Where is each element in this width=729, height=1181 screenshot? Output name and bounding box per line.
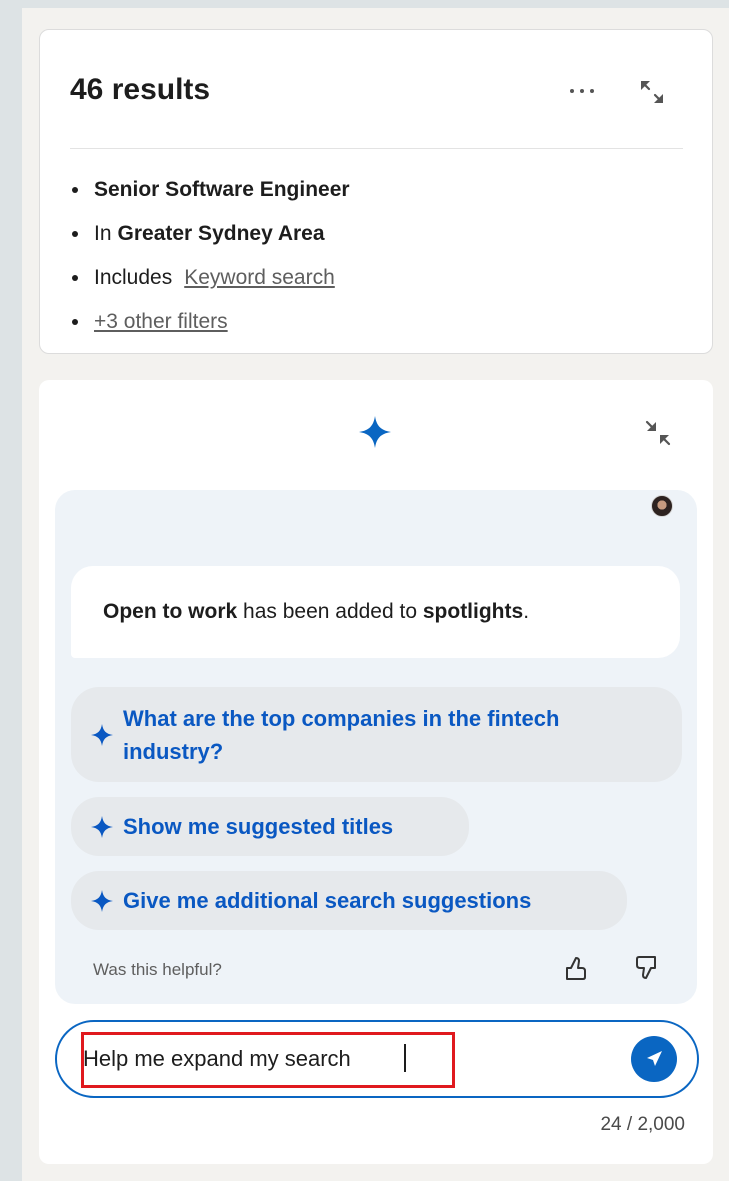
- other-filters-link[interactable]: +3 other filters: [94, 307, 228, 337]
- filter-item-other: +3 other filters: [72, 300, 350, 344]
- filter-item-includes: Includes Keyword search: [72, 256, 350, 300]
- thumbs-down-button[interactable]: [633, 955, 659, 981]
- send-button[interactable]: [631, 1036, 677, 1082]
- divider: [70, 148, 683, 149]
- assistant-message: Open to work has been added to spotlight…: [71, 566, 680, 658]
- collapse-button[interactable]: [641, 416, 675, 450]
- conversation-area: Open to work has been added to spotlight…: [55, 490, 697, 1004]
- expand-icon: [641, 81, 663, 103]
- results-card: 46 results Senior Software Engineer In Gr…: [39, 29, 713, 354]
- filter-location-prefix: In: [94, 222, 112, 245]
- filter-location-text: Greater Sydney Area: [117, 222, 325, 245]
- keyword-search-link[interactable]: Keyword search: [184, 263, 335, 293]
- thumbs-up-button[interactable]: [563, 955, 589, 981]
- results-count-title: 46 results: [70, 73, 211, 106]
- chat-input[interactable]: [83, 1032, 583, 1086]
- thumbs-down-icon: [636, 956, 656, 979]
- feedback-label: Was this helpful?: [93, 960, 222, 979]
- expand-button[interactable]: [635, 75, 669, 109]
- suggestion-suggested-titles[interactable]: Show me suggested titles: [71, 797, 469, 856]
- suggestion-label: Give me additional search suggestions: [123, 888, 532, 913]
- filter-title-text: Senior Software Engineer: [94, 178, 350, 201]
- filter-item-location: In Greater Sydney Area: [72, 212, 350, 256]
- filter-includes-prefix: Includes: [94, 266, 173, 289]
- sparkle-icon: [91, 889, 113, 912]
- suggestion-additional-search[interactable]: Give me additional search suggestions: [71, 871, 627, 930]
- more-options-button[interactable]: [559, 78, 605, 104]
- suggestion-top-companies-fintech[interactable]: What are the top companies in the fintec…: [71, 687, 682, 782]
- suggestion-label: Show me suggested titles: [123, 814, 394, 839]
- text-caret: [404, 1044, 406, 1072]
- collapse-icon: [645, 420, 671, 446]
- avatar: [651, 495, 673, 517]
- more-horizontal-icon: [570, 89, 574, 93]
- ai-assistant-card: Open to work has been added to spotlight…: [39, 380, 713, 1164]
- chat-input-container: [55, 1020, 699, 1098]
- character-count: 24 / 2,000: [600, 1114, 685, 1135]
- sparkle-icon: [91, 815, 113, 838]
- sparkle-icon: [91, 723, 113, 746]
- thumbs-up-icon: [566, 957, 586, 980]
- suggestion-label: What are the top companies in the fintec…: [123, 705, 560, 764]
- applied-filters-list: Senior Software Engineer In Greater Sydne…: [72, 168, 350, 344]
- sparkle-icon: [359, 416, 391, 448]
- filter-item-title: Senior Software Engineer: [72, 168, 350, 212]
- send-icon: [647, 1051, 662, 1066]
